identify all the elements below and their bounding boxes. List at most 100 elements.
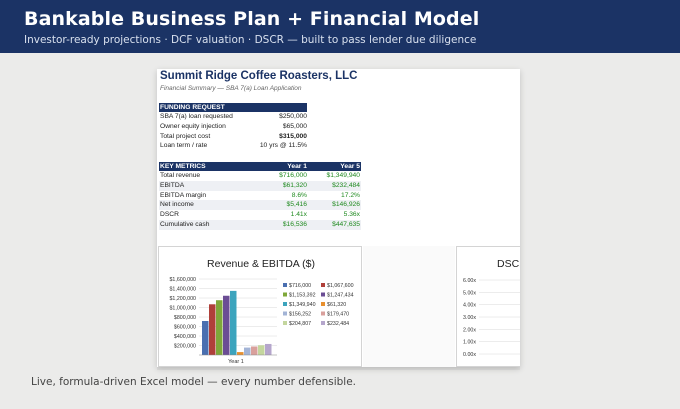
bar (230, 290, 237, 355)
legend-swatch (283, 321, 287, 325)
legend-swatch (321, 292, 325, 297)
table-row: EBITDA $61,320 $232,484 (159, 180, 361, 191)
legend-label: $204,807 (289, 321, 311, 327)
funding-value: $315,000 (279, 132, 307, 140)
legend-swatch (321, 321, 325, 325)
y-tick-label: 6.00x (463, 278, 476, 284)
metric-label: EBITDA margin (160, 191, 207, 199)
bar (223, 295, 230, 355)
y-tick-label: 4.00x (463, 303, 476, 309)
dscr-svg: DSCR 6.00x 5.00x 4.00x 3.00x 2.00x 1.00x 0.00x (463, 258, 520, 358)
funding-header-row: FUNDING REQUEST (159, 103, 307, 112)
banner-title: Bankable Business Plan + Financial Model (24, 8, 480, 30)
metric-y1: 8.6% (291, 191, 307, 199)
bar (251, 346, 258, 355)
metric-label: EBITDA (160, 181, 185, 189)
table-row: Cumulative cash $16,536 $447,635 (159, 219, 361, 230)
banner: Bankable Business Plan + Financial Model… (0, 0, 680, 53)
metric-y5: 5.36x (343, 211, 360, 219)
y-tick-label: 5.00x (463, 290, 476, 296)
metric-y1: $716,000 (279, 172, 307, 179)
metric-y5: $146,926 (332, 201, 360, 209)
chart-title: Revenue & EBITDA ($) (207, 258, 315, 270)
metric-label: Total revenue (160, 172, 201, 179)
metric-label: Cumulative cash (160, 220, 210, 228)
y-tick-label: $1,000,000 (169, 306, 196, 312)
table-row: DSCR 1.41x 5.36x (159, 210, 361, 220)
sheet-blank-area (363, 246, 455, 367)
metric-label: Net income (160, 201, 194, 209)
funding-label: Loan term / rate (160, 142, 208, 150)
y-tick-label: $1,400,000 (169, 287, 196, 293)
legend-swatch (321, 302, 325, 306)
metric-y5: $447,635 (332, 220, 360, 228)
legend-swatch (321, 311, 325, 316)
legend-label: $61,320 (327, 302, 346, 308)
metric-y5: 17.2% (341, 191, 360, 199)
legend-label: $1,153,392 (289, 293, 316, 299)
bar (237, 352, 244, 355)
bar (209, 304, 216, 355)
metric-y1: $61,320 (282, 181, 307, 189)
table-row: EBITDA margin 8.6% 17.2% (159, 191, 361, 201)
legend-label: $232,484 (327, 321, 349, 327)
table-row: Total project cost $315,000 (159, 132, 307, 142)
metrics-header-row: KEY METRICS Year 1 Year 5 (159, 162, 361, 171)
legend-swatch (283, 283, 287, 287)
y-tick-label: $600,000 (174, 325, 196, 331)
metric-y5: $1,349,940 (326, 172, 360, 179)
metric-y5: $232,484 (332, 181, 360, 189)
funding-value: $250,000 (279, 113, 307, 120)
chart-title: DSCR (497, 258, 520, 270)
y-tick-label: 0.00x (463, 352, 476, 358)
bar (216, 300, 223, 355)
y-tick-label: $1,200,000 (169, 296, 196, 302)
y-tick-label: 3.00x (463, 315, 476, 321)
metric-label: DSCR (160, 211, 179, 219)
funding-label: Owner equity injection (160, 122, 226, 130)
spreadsheet-preview: Summit Ridge Coffee Roasters, LLC Financ… (157, 69, 520, 367)
legend-label: $156,252 (289, 312, 311, 318)
y-tick-label: $400,000 (174, 334, 196, 340)
table-row: Total revenue $716,000 $1,349,940 (159, 171, 361, 181)
table-row: Owner equity injection $65,000 (159, 122, 307, 132)
funding-request-table: FUNDING REQUEST SBA 7(a) loan requested … (159, 103, 307, 151)
revenue-ebitda-svg: Revenue & EBITDA ($) $1,600,000 $1,400,00… (169, 258, 354, 365)
funding-value: 10 yrs @ 11.5% (259, 142, 307, 150)
company-name: Summit Ridge Coffee Roasters, LLC (160, 70, 358, 82)
table-row: Loan term / rate 10 yrs @ 11.5% (159, 141, 307, 151)
metric-y1: $5,416 (286, 201, 307, 209)
bar (202, 320, 209, 355)
bar (244, 347, 251, 355)
legend-label: $1,349,940 (289, 302, 316, 308)
bar (258, 345, 265, 355)
caption: Live, formula-driven Excel model — every… (31, 376, 357, 388)
sheet-subtitle: Financial Summary — SBA 7(a) Loan Applic… (160, 85, 302, 92)
metrics-col-year1: Year 1 (287, 163, 307, 170)
y-tick-label: $1,600,000 (169, 277, 196, 283)
funding-label: Total project cost (160, 132, 211, 140)
dscr-chart: DSCR 6.00x 5.00x 4.00x 3.00x 2.00x 1.00x 0.00x (456, 246, 520, 367)
legend-label: $1,247,434 (327, 293, 354, 299)
y-tick-label: 2.00x (463, 327, 476, 333)
legend-swatch (321, 283, 325, 287)
table-row: Net income $5,416 $146,926 (159, 200, 361, 211)
funding-value: $65,000 (282, 122, 307, 130)
legend-swatch (283, 292, 287, 297)
table-row: SBA 7(a) loan requested $250,000 (159, 112, 307, 122)
legend-swatch (283, 311, 287, 316)
key-metrics-table: KEY METRICS Year 1 Year 5 Total revenue … (159, 162, 361, 230)
legend-swatch (283, 302, 287, 306)
metrics-col-year5: Year 5 (340, 163, 360, 170)
legend-label: $1,067,600 (327, 283, 354, 289)
legend-label: $716,000 (289, 283, 311, 289)
metric-y1: $16,536 (282, 220, 307, 228)
sheet-shadow (157, 367, 520, 370)
y-tick-label: $800,000 (174, 315, 196, 321)
metrics-header: KEY METRICS (160, 163, 206, 170)
metric-y1: 1.41x (290, 211, 307, 219)
y-tick-label: 1.00x (463, 340, 476, 346)
revenue-ebitda-chart: Revenue & EBITDA ($) $1,600,000 $1,400,00… (158, 246, 362, 367)
bar (265, 343, 272, 355)
legend-label: $179,470 (327, 312, 349, 318)
